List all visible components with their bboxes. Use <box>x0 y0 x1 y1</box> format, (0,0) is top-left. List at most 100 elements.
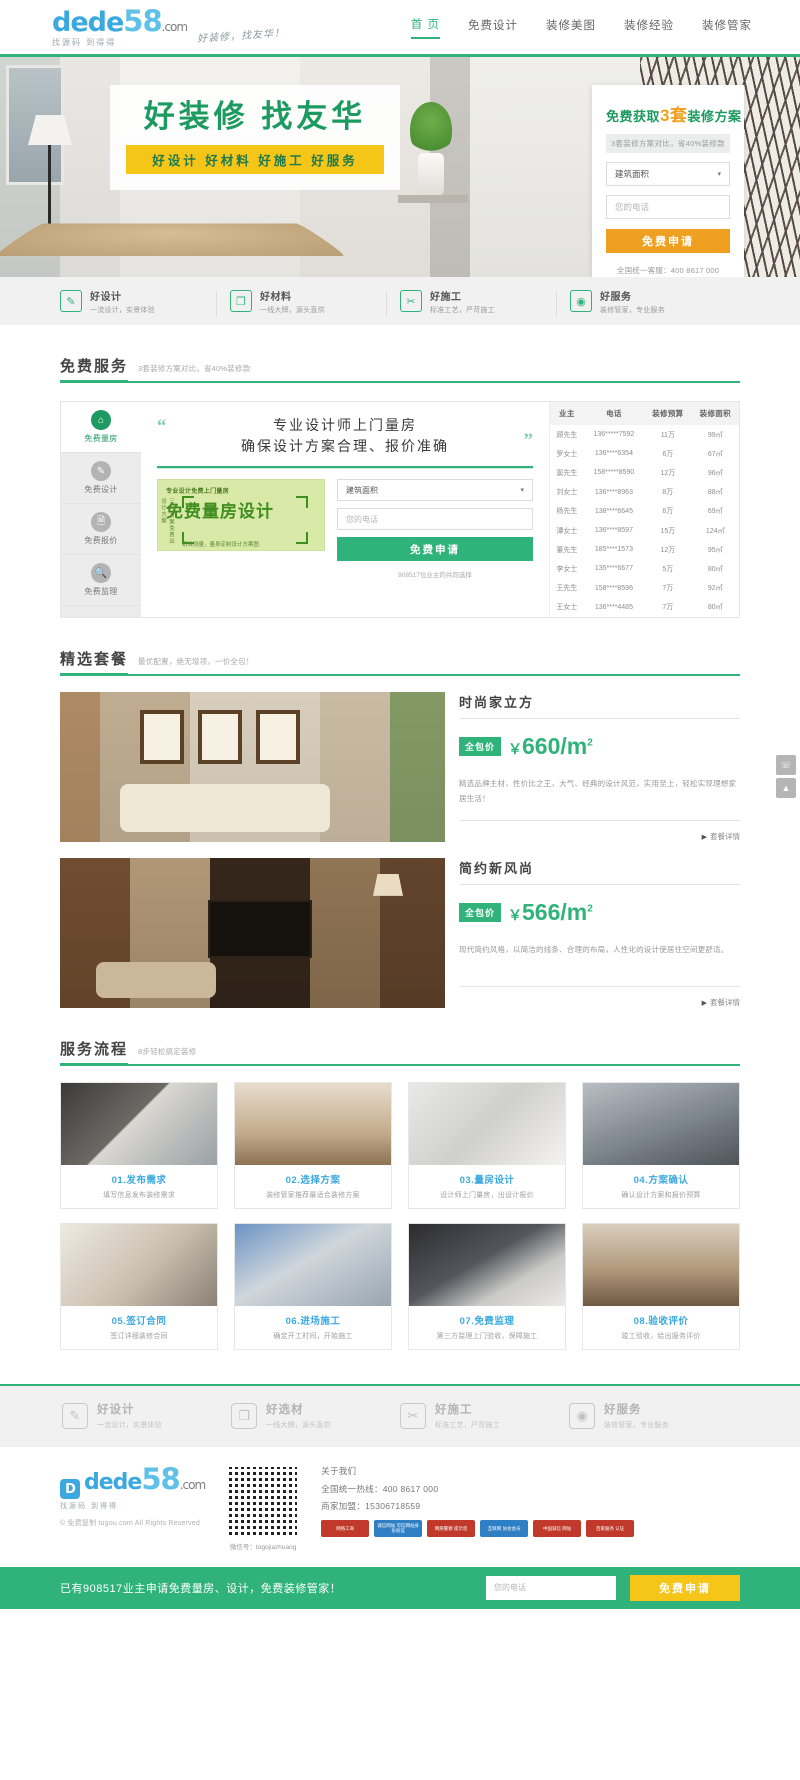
process-step-card[interactable]: 03.量房设计 设计师上门量房，出设计报价 <box>408 1081 566 1209</box>
footer-about-title: 关于我们 <box>321 1465 357 1476</box>
qr-code-image <box>227 1464 300 1537</box>
nav-item-free-design[interactable]: 免费设计 <box>468 17 518 38</box>
certificate-badge[interactable]: 网络工商 <box>321 1519 370 1537</box>
main-nav: 首 页 免费设计 装修美图 装修经验 装修管家 <box>410 16 752 39</box>
tab-free-measure[interactable]: ⌂ 免费量房 <box>61 402 141 453</box>
footer-link-hotline[interactable]: 全国统一热线：400 8617 000 <box>321 1483 634 1495</box>
package-detail-link[interactable]: ▶ 套餐详情 <box>459 985 740 1008</box>
process-step-card[interactable]: 06.进场施工 确定开工时间，开始施工 <box>234 1222 392 1350</box>
tab-free-quote[interactable]: 🗎 免费报价 <box>61 504 141 555</box>
logo-dede-text: dede <box>52 6 124 38</box>
top-icon[interactable]: ▲ <box>776 778 796 798</box>
bottom-submit-button[interactable]: 免费申请 <box>630 1574 740 1601</box>
free-service-panel: ⌂ 免费量房 ✎ 免费设计 🗎 免费报价 🔍 免费监理 “ 专业设计师上门量房 … <box>60 401 740 618</box>
quote-close-icon: ” <box>523 430 534 451</box>
package-name: 简约新风尚 <box>459 858 740 885</box>
section-subtitle: 8步轻松搞定装修 <box>138 1046 197 1056</box>
process-step-card[interactable]: 07.免费监理 第三方监理上门验收，保障施工 <box>408 1222 566 1350</box>
footer-copyright: © 免费复制 tugou.com All Rights Reserved <box>60 1520 200 1528</box>
hero-form-title: 免费获取3套装修方案 <box>606 101 741 126</box>
tab-free-supervision[interactable]: 🔍 免费监理 <box>61 555 141 606</box>
table-row: 窦先生 158*****8590 12万 96㎡ <box>550 463 739 482</box>
service-phone-input[interactable]: 您的电话 <box>337 508 533 530</box>
free-service-lead-form: 建筑面积 ▾ 您的电话 免费申请 908517位业主的共同选择 <box>337 479 533 579</box>
package-name: 时尚家立方 <box>459 692 740 719</box>
wall-art-decor <box>140 709 184 764</box>
package-amount: ￥660/m2 <box>508 733 593 760</box>
footer-feature-strip: ✎ 好设计 一流设计，实景体验 ❐ 好选材 一线大牌，源头直供 ✂ 好施工 标准… <box>0 1383 800 1446</box>
section-subtitle: 3套装修方案对比，省40%装修款 <box>138 364 251 373</box>
feature-desc: 标准工艺，严苛施工 <box>430 306 495 314</box>
process-step-title: 01.发布需求 <box>111 1174 167 1186</box>
floating-side-toolbar: ☏ ▲ <box>776 755 796 801</box>
cell-owner: 董先生 <box>556 546 578 554</box>
nav-item-butler[interactable]: 装修管家 <box>702 17 752 38</box>
process-step-card[interactable]: 05.签订合同 签订详细装修合同 <box>60 1222 218 1350</box>
process-step-card[interactable]: 04.方案确认 确认设计方案和报价预算 <box>582 1081 740 1209</box>
process-step-card[interactable]: 02.选择方案 装修管家推荐最适合装修方案 <box>234 1081 392 1209</box>
poster-tag: 专业设计免费上门量房 <box>166 489 230 495</box>
footer-logo[interactable]: Ddede58.com <box>60 1461 206 1500</box>
hero-title: 好装修 找友华 <box>143 99 367 134</box>
table-row: 董先生 185****1573 12万 95㎡ <box>550 540 739 559</box>
pencil-icon: ✎ <box>62 1402 88 1429</box>
cell-budget: 8万 <box>662 489 674 497</box>
certificate-badge[interactable]: 互联网 协会会员 <box>480 1519 529 1537</box>
package-detail-link[interactable]: ▶ 套餐详情 <box>459 819 740 842</box>
feature-item-design: ✎ 好设计 一流设计，实景体验 <box>60 288 230 315</box>
currency-symbol: ￥ <box>508 740 523 757</box>
package-image[interactable] <box>60 857 445 1008</box>
hero-phone-input-placeholder: 您的电话 <box>615 202 650 212</box>
footer-logo-number: 58 <box>141 1461 180 1496</box>
footer-feature-desc: 装修管家，专业服务 <box>604 1422 669 1430</box>
footer-logo-dede: dede <box>84 1469 142 1495</box>
quote-line-1: 专业设计师上门量房 <box>273 419 417 434</box>
certificate-badge[interactable]: 百家服务 认证 <box>586 1519 635 1537</box>
feature-title: 好施工 <box>430 291 462 303</box>
price-value: 566/m <box>522 898 588 925</box>
hero-vase-decor <box>418 153 444 201</box>
qq-icon[interactable]: ☏ <box>776 755 796 775</box>
feature-desc: 一线大牌，源头直供 <box>260 306 325 314</box>
owner-table-body: 顾先生 136*****7592 11万 99㎡ 罗女士 136****6354 6万 67㎡… <box>550 425 739 617</box>
hero-area-select[interactable]: 建筑面积 ▾ <box>606 162 730 186</box>
certificate-badge[interactable]: 网络警察 提示您 <box>427 1519 476 1537</box>
free-measure-poster: 专业设计免费上门量房 免费量房设计 三's'方案免费出设计方案 精准测量，量身定… <box>157 479 325 551</box>
hero-submit-button[interactable]: 免费申请 <box>606 229 730 253</box>
site-logo[interactable]: dede58.com 找源码 到得得 好装修，找友华！ <box>52 6 286 48</box>
tab-free-design[interactable]: ✎ 免费设计 <box>61 453 141 504</box>
process-step-card[interactable]: 08.验收评价竣工验收，给出服务评价 <box>582 1222 740 1350</box>
nav-item-gallery[interactable]: 装修美图 <box>546 17 596 38</box>
owner-table: 业主 电话 装修预算 装修面积 顾先生 136*****7592 11万 99㎡ 罗女士… <box>550 402 739 617</box>
feature-item-service: ◉ 好服务 装修管家，专业服务 <box>556 288 740 316</box>
section-title: 免费服务 <box>60 355 129 383</box>
service-area-select[interactable]: 建筑面积 ▾ <box>337 479 533 501</box>
cell-area: 67㎡ <box>707 450 723 458</box>
layers-icon: ❐ <box>230 290 252 312</box>
hero-phone-input[interactable]: 您的电话 <box>606 195 730 219</box>
owner-applications-table: 业主 电话 装修预算 装修面积 顾先生 136*****7592 11万 99㎡ 罗女士… <box>549 402 739 617</box>
section-title: 精选套餐 <box>60 648 129 676</box>
price-unit: 2 <box>587 903 593 915</box>
poster-note: 精准测量，量身定制设计方案图 <box>182 542 260 548</box>
process-step-image <box>583 1223 739 1306</box>
package-badge: 全包价 <box>459 902 502 922</box>
bottom-phone-input[interactable]: 您的电话 <box>486 1575 616 1600</box>
certificate-badge[interactable]: 诚信网站 可信网站身份验证 <box>374 1519 423 1537</box>
package-image[interactable] <box>60 691 445 842</box>
package-detail-label: 套餐详情 <box>710 831 740 841</box>
feature-item-construction: ✂ 好施工 标准工艺，严苛施工 <box>386 288 570 316</box>
site-header: dede58.com 找源码 到得得 好装修，找友华！ 首 页 免费设计 装修美… <box>0 0 800 57</box>
certificate-badge[interactable]: 中国诚信 网站 <box>533 1519 582 1537</box>
service-submit-button[interactable]: 免费申请 <box>337 537 533 561</box>
process-step-card[interactable]: 01.发布需求 填写信息发布装修需求 <box>60 1081 218 1209</box>
tab-label: 免费量房 <box>84 434 118 443</box>
process-step-title: 08.验收评价 <box>633 1315 689 1327</box>
nav-item-experience[interactable]: 装修经验 <box>624 17 674 38</box>
service-area-select-value: 建筑面积 <box>346 485 378 495</box>
process-step-desc: 竣工验收，给出服务评价 <box>621 1332 701 1340</box>
footer-link-partner[interactable]: 商家加盟：15306718559 <box>321 1500 634 1512</box>
nav-item-home[interactable]: 首 页 <box>410 16 440 39</box>
pen-icon: ✎ <box>91 461 111 481</box>
cell-budget: 15万 <box>660 527 676 535</box>
